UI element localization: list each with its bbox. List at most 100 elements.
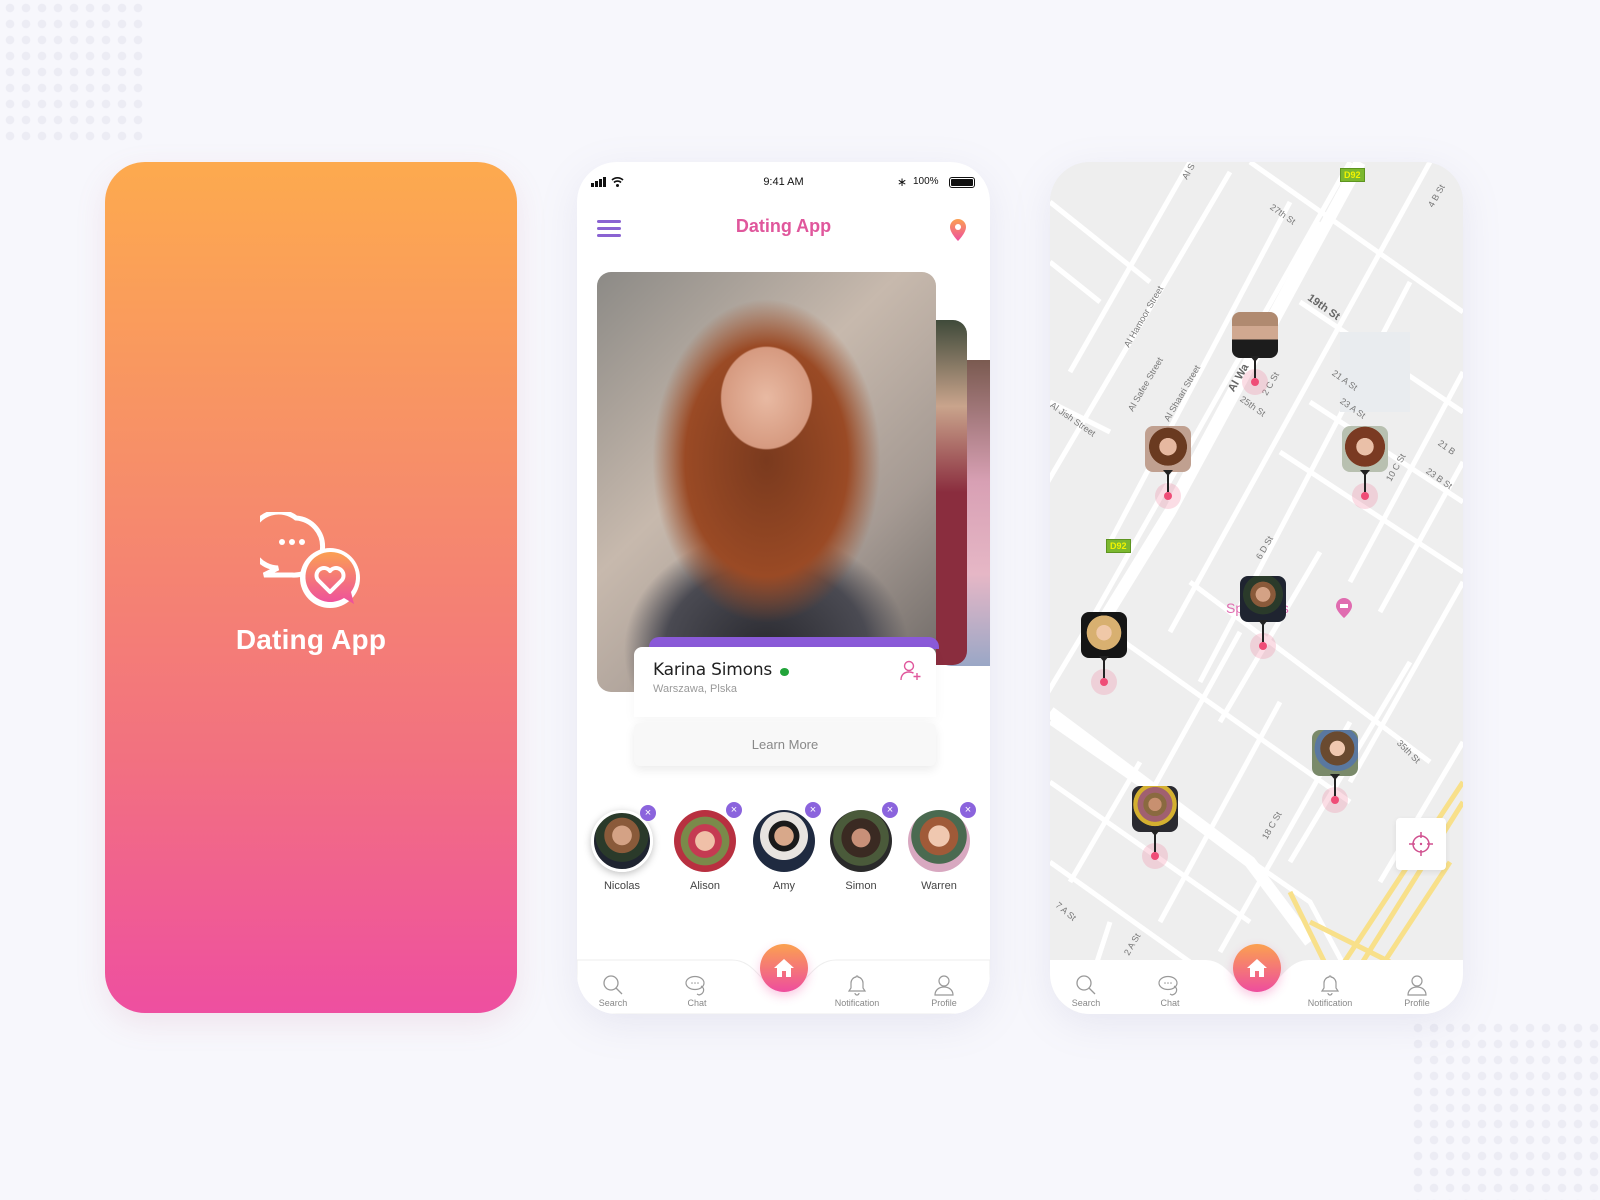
pin-tip (1150, 830, 1160, 836)
tab-notification[interactable]: Notification (827, 974, 887, 1008)
bluetooth-icon: ∗ (897, 175, 908, 189)
pin-tip (1258, 620, 1268, 626)
search-icon (603, 975, 623, 995)
road-badge: D92 (1106, 539, 1131, 553)
person-item[interactable]: × Simon (826, 802, 898, 892)
pin-dot (1331, 796, 1339, 804)
avatar: × (753, 802, 821, 872)
map-user-pin[interactable] (1145, 426, 1191, 509)
avatar: × (674, 802, 742, 872)
battery-icon (949, 177, 975, 188)
search-icon (1076, 975, 1096, 995)
remove-button[interactable]: × (960, 802, 976, 818)
crosshair-icon (1409, 832, 1433, 856)
tab-search[interactable]: Search (1056, 974, 1116, 1008)
pin-photo (1132, 786, 1178, 832)
pin-dot (1151, 852, 1159, 860)
remove-button[interactable]: × (726, 802, 742, 818)
people-carousel: × Nicolas × Alison × Amy × Simon × Warre… (577, 802, 990, 902)
chat-heart-logo-icon (260, 512, 360, 608)
pin-dot (1251, 378, 1259, 386)
profile-location: Warszawa, Plska (653, 683, 737, 695)
avatar: × (591, 805, 656, 872)
pin-tip (1360, 470, 1370, 476)
app-title: Dating App (735, 216, 832, 236)
home-screen: 9:41 AM ∗ 100% Dating App Karina Simons … (577, 162, 990, 1014)
person-item[interactable]: × Alison (670, 802, 742, 892)
tab-label: Chat (1160, 998, 1180, 1008)
featured-profile-photo[interactable] (597, 272, 936, 692)
person-name: Simon (845, 880, 877, 892)
bottom-tab-bar: Search Chat Notification Profile (577, 934, 990, 1014)
profile-card-stack[interactable] (597, 272, 990, 697)
online-status-indicator (780, 668, 789, 676)
pin-photo (1240, 576, 1286, 622)
add-user-icon[interactable] (900, 660, 922, 682)
person-item[interactable]: × Amy (749, 802, 821, 892)
map-user-pin[interactable] (1342, 426, 1388, 509)
battery-percent: 100% (913, 176, 939, 187)
chat-icon (685, 975, 705, 996)
location-pin-icon[interactable] (949, 218, 967, 242)
profile-name: Karina Simons (653, 660, 773, 680)
hotel-poi-icon (1336, 598, 1352, 618)
person-name: Alison (690, 880, 720, 892)
road-badge: D92 (1340, 168, 1365, 182)
map-screen: Al S 27th St 4 B St 19th St Al Hamoor St… (1050, 162, 1463, 1014)
map-user-pin[interactable] (1132, 786, 1178, 869)
tab-label: Search (1071, 998, 1101, 1008)
learn-more-button[interactable]: Learn More (634, 723, 936, 766)
remove-button[interactable]: × (805, 802, 821, 818)
bell-icon (1320, 975, 1340, 996)
tab-label: Chat (687, 998, 707, 1008)
person-name: Nicolas (603, 880, 641, 892)
tab-label: Profile (1404, 998, 1430, 1008)
tab-search[interactable]: Search (583, 974, 643, 1008)
bell-icon (847, 975, 867, 996)
remove-button[interactable]: × (882, 802, 898, 818)
tab-label: Notification (1307, 998, 1353, 1008)
user-icon (1407, 975, 1427, 996)
person-name: Warren (921, 880, 957, 892)
tab-label: Profile (931, 998, 957, 1008)
person-name: Amy (773, 880, 795, 892)
locate-me-button[interactable] (1396, 818, 1446, 870)
tab-profile[interactable]: Profile (1387, 974, 1447, 1008)
decorative-dots (1410, 1020, 1600, 1200)
pin-dot (1100, 678, 1108, 686)
tab-chat[interactable]: Chat (1140, 974, 1200, 1008)
map-user-pin[interactable] (1240, 576, 1286, 659)
tab-label: Notification (834, 998, 880, 1008)
tab-home[interactable] (1233, 944, 1281, 992)
pin-dot (1361, 492, 1369, 500)
pin-dot (1259, 642, 1267, 650)
pin-photo (1342, 426, 1388, 472)
chat-icon (1158, 975, 1178, 996)
person-item[interactable]: × Warren (904, 802, 976, 892)
map-user-pin[interactable] (1312, 730, 1358, 813)
tab-notification[interactable]: Notification (1300, 974, 1360, 1008)
remove-button[interactable]: × (640, 805, 656, 821)
tab-label: Search (598, 998, 628, 1008)
person-item[interactable]: × Nicolas (587, 802, 657, 892)
map-user-pin[interactable] (1232, 312, 1278, 395)
status-bar: 9:41 AM ∗ 100% (577, 174, 990, 190)
tab-home[interactable] (760, 944, 808, 992)
splash-screen: Dating App (105, 162, 517, 1013)
home-icon (774, 959, 794, 977)
pin-tip (1099, 656, 1109, 662)
pin-tip (1163, 470, 1173, 476)
pin-photo (1232, 312, 1278, 358)
avatar: × (830, 802, 898, 872)
app-bar: Dating App (577, 212, 990, 246)
pin-tip (1330, 774, 1340, 780)
profile-info-card[interactable]: Karina Simons Warszawa, Plska (634, 647, 936, 717)
tab-chat[interactable]: Chat (667, 974, 727, 1008)
map-user-pin[interactable] (1081, 612, 1127, 695)
tab-profile[interactable]: Profile (914, 974, 974, 1008)
pin-photo (1312, 730, 1358, 776)
avatar: × (908, 802, 976, 872)
decorative-dots (2, 0, 146, 144)
pin-tip (1250, 356, 1260, 362)
splash-title: Dating App (235, 624, 387, 655)
